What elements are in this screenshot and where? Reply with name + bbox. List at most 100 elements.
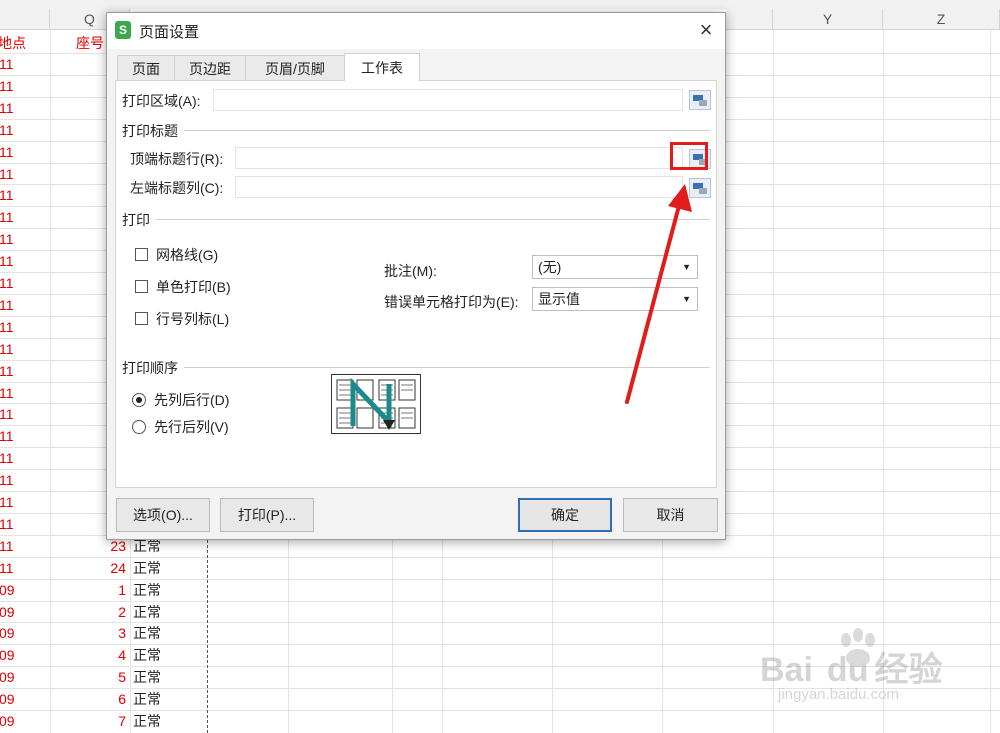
error-cells-select-value: 显示值 (538, 291, 580, 307)
baidu-jingyan-watermark: Bai du 经验 jingyan.baidu.com (760, 628, 990, 708)
cell-location-code[interactable]: 09 (0, 666, 15, 688)
down-then-over-label[interactable]: 先列后行(D) (154, 390, 229, 410)
cell-location-code[interactable]: 11 (0, 535, 14, 557)
print-section-label: 打印 (122, 212, 150, 228)
cell-seat-number[interactable]: 4 (50, 644, 126, 666)
cell-location-code[interactable]: 09 (0, 579, 15, 601)
print-area-label: 打印区域(A): (122, 93, 201, 109)
tab-header-footer[interactable]: 页眉/页脚 (245, 55, 345, 81)
tab-sheet[interactable]: 工作表 (344, 53, 420, 81)
cell-location-code[interactable]: 11 (0, 447, 14, 469)
cell-location-code[interactable]: 09 (0, 688, 15, 710)
cell-location-code[interactable]: 11 (0, 250, 14, 272)
cell-status[interactable]: 正常 (133, 666, 161, 688)
cell-seat-number[interactable]: 24 (50, 557, 126, 579)
cell-location-code[interactable]: 11 (0, 75, 14, 97)
cell-status[interactable]: 正常 (133, 579, 161, 601)
column-header-z[interactable]: Z (883, 9, 1000, 30)
cell-location-code[interactable]: 11 (0, 491, 14, 513)
ok-button[interactable]: 确定 (518, 498, 612, 532)
cell-seat-number[interactable]: 5 (50, 666, 126, 688)
row-col-headers-checkbox[interactable] (135, 312, 148, 325)
cell-location-code[interactable]: 11 (0, 338, 14, 360)
mono-print-checkbox[interactable] (135, 280, 148, 293)
cell-location-code[interactable]: 09 (0, 710, 15, 732)
cell-location-code[interactable]: 11 (0, 382, 14, 404)
cell-location-code[interactable]: 11 (0, 360, 14, 382)
down-then-over-radio[interactable] (132, 393, 146, 407)
header-cell-seat[interactable]: 座号 (76, 32, 104, 54)
close-icon[interactable]: × (693, 17, 719, 43)
print-order-preview-icon (331, 374, 421, 434)
print-titles-section-label: 打印标题 (122, 123, 178, 139)
options-button[interactable]: 选项(O)... (116, 498, 210, 532)
cell-location-code[interactable]: 11 (0, 119, 14, 141)
top-title-rows-input[interactable] (235, 147, 683, 169)
mono-print-label[interactable]: 单色打印(B) (156, 277, 231, 297)
cell-seat-number[interactable]: 3 (50, 622, 126, 644)
row-header-strip (0, 0, 1000, 9)
print-area-input[interactable] (213, 89, 683, 111)
cell-location-code[interactable]: 11 (0, 425, 14, 447)
cell-location-code[interactable]: 11 (0, 206, 14, 228)
print-titles-separator (184, 130, 710, 131)
dialog-titlebar[interactable]: S 页面设置 × (107, 13, 725, 49)
cell-status[interactable]: 正常 (133, 601, 161, 623)
cancel-button[interactable]: 取消 (623, 498, 718, 532)
left-title-cols-label: 左端标题列(C): (130, 180, 224, 196)
cell-location-code[interactable]: 11 (0, 403, 14, 425)
cell-location-code[interactable]: 09 (0, 644, 15, 666)
column-header-y[interactable]: Y (773, 9, 883, 30)
print-button[interactable]: 打印(P)... (220, 498, 314, 532)
cell-location-code[interactable]: 11 (0, 557, 14, 579)
over-then-down-radio[interactable] (132, 420, 146, 434)
comments-label: 批注(M): (384, 263, 437, 279)
cell-location-code[interactable]: 09 (0, 622, 15, 644)
cell-status[interactable]: 正常 (133, 688, 161, 710)
top-title-rows-label: 顶端标题行(R): (130, 151, 224, 167)
column-header-z-label: Z (936, 11, 946, 27)
watermark-cn: 经验 (874, 651, 943, 689)
print-order-section-label: 打印顺序 (122, 360, 178, 376)
tab-page[interactable]: 页面 (117, 55, 175, 81)
cell-status[interactable]: 正常 (133, 710, 161, 732)
column-header-x[interactable] (726, 9, 773, 30)
cell-location-code[interactable]: 11 (0, 294, 14, 316)
gridlines-checkbox[interactable] (135, 248, 148, 261)
cell-status[interactable]: 正常 (133, 622, 161, 644)
cell-location-code[interactable]: 11 (0, 316, 14, 338)
cell-location-code[interactable]: 09 (0, 601, 15, 623)
column-header-q-label: Q (84, 11, 95, 27)
print-area-range-picker-button[interactable] (689, 90, 711, 110)
cell-status[interactable]: 正常 (133, 644, 161, 666)
cell-seat-number[interactable]: 7 (50, 710, 126, 732)
tab-margins[interactable]: 页边距 (174, 55, 246, 81)
watermark-url: jingyan.baidu.com (778, 686, 899, 703)
watermark-bai: Bai (760, 651, 813, 689)
cell-location-code[interactable]: 11 (0, 97, 14, 119)
cell-location-code[interactable]: 11 (0, 141, 14, 163)
comments-select-value: (无) (538, 259, 562, 275)
cell-seat-number[interactable]: 6 (50, 688, 126, 710)
cell-location-code[interactable]: 11 (0, 469, 14, 491)
watermark-du: du (826, 651, 869, 689)
cell-location-code[interactable]: 11 (0, 163, 14, 185)
cell-location-code[interactable]: 11 (0, 513, 14, 535)
cell-location-code[interactable]: 11 (0, 53, 14, 75)
cell-location-code[interactable]: 11 (0, 228, 14, 250)
column-header-y-label: Y (822, 11, 833, 27)
header-cell-location[interactable]: 地点 (0, 32, 26, 54)
cell-status[interactable]: 正常 (133, 557, 161, 579)
row-col-headers-label[interactable]: 行号列标(L) (156, 309, 229, 329)
annotation-arrow-icon (625, 184, 692, 404)
cell-location-code[interactable]: 11 (0, 184, 14, 206)
cell-location-code[interactable]: 11 (0, 272, 14, 294)
cell-seat-number[interactable]: 2 (50, 601, 126, 623)
annotation-highlight-box (670, 142, 708, 170)
column-header-p[interactable] (0, 9, 50, 30)
watermark-brand: Bai du 经验 (760, 642, 942, 691)
cell-seat-number[interactable]: 1 (50, 579, 126, 601)
gridlines-label[interactable]: 网格线(G) (156, 245, 218, 265)
over-then-down-label[interactable]: 先行后列(V) (154, 417, 229, 437)
dialog-title: 页面设置 (139, 24, 200, 41)
